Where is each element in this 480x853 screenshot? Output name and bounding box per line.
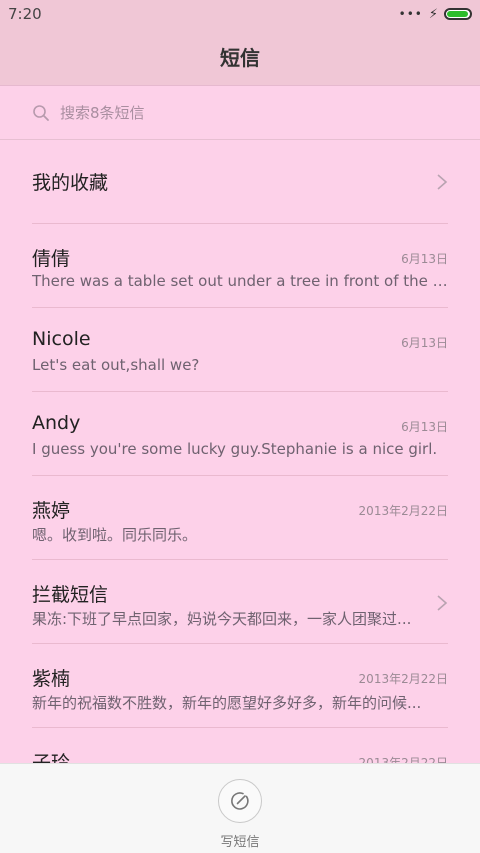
conversation-item[interactable]: 倩倩 6月13日 There was a table set out under… [32,224,448,308]
message-preview: 新年的祝福数不胜数，新年的愿望好多好多，新年的问候... [32,694,422,712]
contact-name: Nicole [32,328,91,350]
favorites-item[interactable]: 我的收藏 [32,140,448,224]
contact-name: 倩倩 [32,248,71,270]
battery-icon [444,8,472,20]
message-preview: There was a table set out under a tree i… [32,272,448,290]
conversation-item[interactable]: 燕婷 2013年2月22日 嗯。收到啦。同乐同乐。 [32,476,448,560]
message-date: 6月13日 [401,336,448,350]
message-date: 2013年2月22日 [358,672,448,686]
status-time: 7:20 [8,5,42,23]
conversation-item[interactable]: 紫楠 2013年2月22日 新年的祝福数不胜数，新年的愿望好多好多，新年的问候.… [32,644,448,728]
message-date: 2013年2月22日 [358,756,448,763]
conversation-item[interactable]: Nicole 6月13日 Let's eat out,shall we? [32,308,448,392]
compose-button[interactable] [218,779,262,823]
status-bar: 7:20 ••• ⚡ [0,0,480,28]
message-preview: I guess you're some lucky guy.Stephanie … [32,440,438,458]
page-title: 短信 [220,46,260,70]
favorites-label: 我的收藏 [32,172,109,194]
conversation-item[interactable]: 子玲 2013年2月22日 [32,728,448,763]
compose-label: 写短信 [220,835,260,850]
search-icon [33,104,49,121]
conversation-list: 我的收藏 倩倩 6月13日 There was a table set out … [0,140,480,763]
blocked-messages-item[interactable]: 拦截短信 果冻:下班了早点回家，妈说今天都回来，一家人团聚过... [32,560,448,644]
contact-name: 子玲 [32,752,71,763]
contact-name: 拦截短信 [32,584,109,606]
search-placeholder: 搜索8条短信 [60,104,145,122]
message-preview: Let's eat out,shall we? [32,356,200,374]
contact-name: 燕婷 [32,500,71,522]
compose-icon [231,792,249,810]
message-preview: 果冻:下班了早点回家，妈说今天都回来，一家人团聚过... [32,610,412,628]
message-date: 6月13日 [401,252,448,266]
charging-bolt-icon: ⚡ [428,6,438,22]
chevron-right-icon [437,595,448,611]
chevron-right-icon [437,173,448,190]
battery-fill [447,11,468,17]
bottom-bar: 写短信 [0,763,480,853]
search-bar[interactable]: 搜索8条短信 [0,86,480,140]
contact-name: Andy [32,412,81,434]
status-icons: ••• ⚡ [399,7,472,22]
message-date: 2013年2月22日 [358,504,448,518]
message-date: 6月13日 [401,420,448,434]
title-bar: 短信 [0,28,480,86]
more-dots-icon: ••• [398,7,423,21]
contact-name: 紫楠 [32,668,71,690]
message-preview: 嗯。收到啦。同乐同乐。 [32,526,198,544]
conversation-item[interactable]: Andy 6月13日 I guess you're some lucky guy… [32,392,448,476]
